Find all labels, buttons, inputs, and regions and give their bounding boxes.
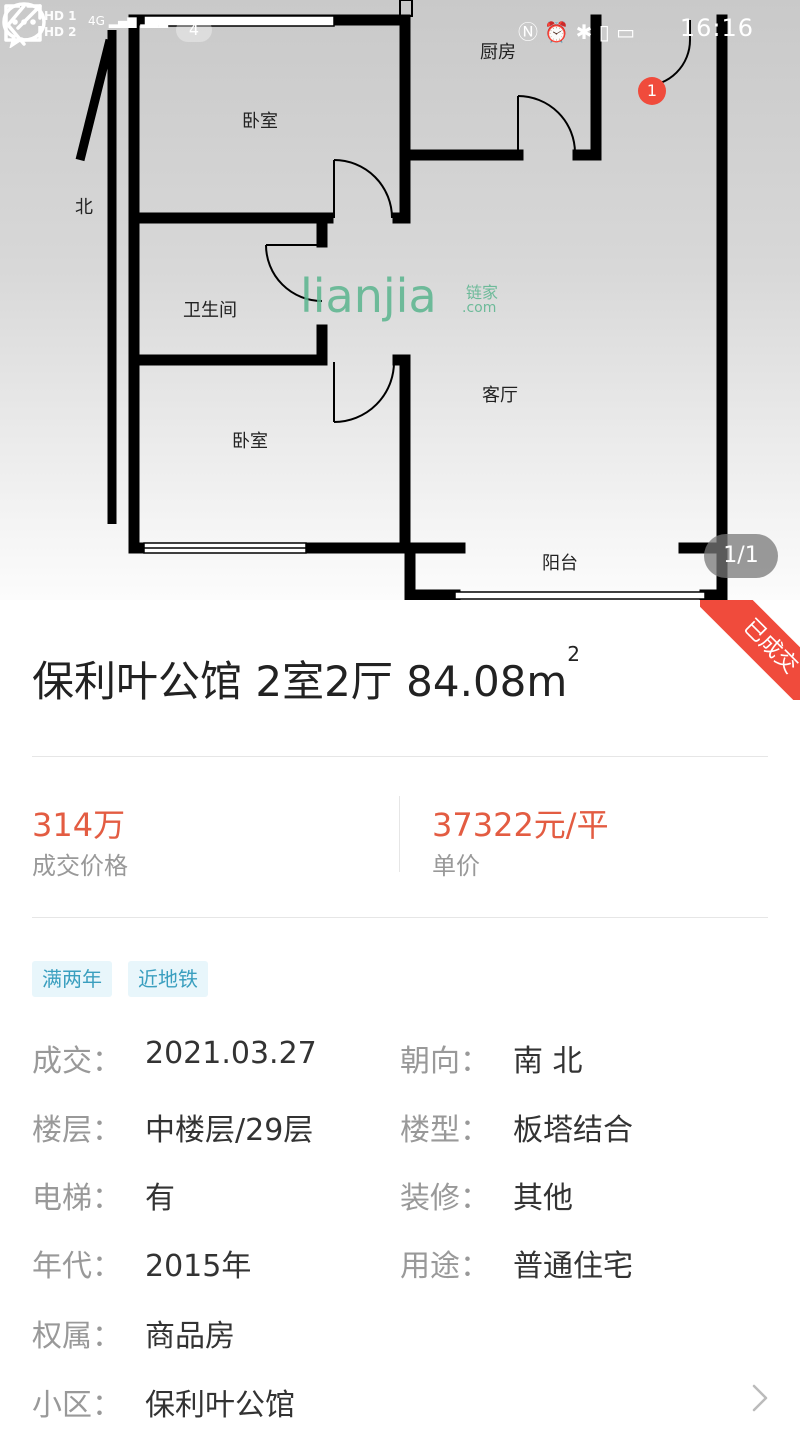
tag-two-years: 满两年 — [32, 961, 112, 997]
ownership-value: 商品房 — [145, 1319, 235, 1354]
building-type-label: 楼型： — [400, 1113, 490, 1148]
chat-badge: 1 — [638, 77, 666, 105]
network-type: 4G — [88, 14, 105, 28]
chevron-right-icon[interactable] — [748, 1380, 772, 1416]
floor-label: 楼层： — [32, 1113, 122, 1148]
room-label-balcony: 阳台 — [542, 553, 578, 574]
building-type-value: 板塔结合 — [513, 1113, 633, 1148]
elevator-value: 有 — [145, 1181, 175, 1216]
orientation-value: 南 北 — [513, 1044, 583, 1079]
unit-price-value: 37322元/平 — [432, 806, 609, 844]
clock: 16:16 — [679, 14, 754, 42]
floorplan-image[interactable]: 厨房 卧室 卫生间 客厅 卧室 阳台 北 lianjia 链家 .com HD … — [0, 0, 800, 600]
listing-title-text: 保利叶公馆 2室2厅 84.08m — [32, 657, 568, 706]
decoration-value: 其他 — [513, 1181, 573, 1216]
status-icons: Ⓝ ⏰ ✱ ▯ ▭ — [518, 16, 635, 45]
sim-label-2: HD 2 — [44, 25, 77, 39]
usage-label: 用途： — [400, 1249, 490, 1284]
divider — [32, 756, 768, 757]
unit-price-label: 单价 — [432, 852, 480, 880]
price-divider — [399, 796, 400, 872]
image-counter: 1/1 — [704, 534, 778, 578]
sold-ribbon-label: 已成交 — [700, 600, 800, 700]
room-label-living: 客厅 — [482, 385, 518, 406]
watermark-logo: lianjia 链家 .com — [300, 269, 498, 323]
sim-label-1: HD 1 — [44, 9, 77, 23]
divider — [32, 917, 768, 918]
deal-price-value: 314万 — [32, 806, 126, 844]
year-label: 年代： — [32, 1249, 122, 1284]
deal-date-label: 成交： — [32, 1044, 122, 1079]
listing-title: 保利叶公馆 2室2厅 84.08m2 — [32, 642, 580, 709]
room-label-bedroom-top: 卧室 — [242, 111, 278, 132]
tag-near-subway: 近地铁 — [128, 961, 208, 997]
share-icon[interactable] — [0, 0, 46, 46]
room-label-bedroom-bottom: 卧室 — [232, 431, 268, 452]
decoration-label: 装修： — [400, 1181, 490, 1216]
room-label-bathroom: 卫生间 — [183, 300, 237, 321]
nfc-icon: Ⓝ — [518, 20, 538, 44]
deal-date-value: 2021.03.27 — [145, 1036, 317, 1071]
watermark-text: lianjia — [300, 269, 437, 323]
listing-title-unit-sup: 2 — [567, 642, 581, 666]
elevator-label: 电梯： — [32, 1181, 122, 1216]
floor-value: 中楼层/29层 — [145, 1113, 314, 1148]
compass-label: 北 — [75, 197, 93, 218]
community-label: 小区： — [32, 1388, 122, 1423]
sim-labels: HD 1 HD 2 — [44, 8, 77, 40]
deal-price-label: 成交价格 — [32, 852, 128, 880]
vibrate-icon: ▯ — [598, 20, 610, 44]
signal-icon: 4G ▂▄▆ ▂▄▆ — [88, 14, 168, 28]
watermark-sub-en: .com — [462, 300, 496, 316]
alarm-icon: ⏰ — [544, 20, 570, 44]
community-value[interactable]: 保利叶公馆 — [145, 1380, 295, 1424]
battery-icon: ▭ — [616, 20, 636, 44]
floorplan-drawing: 厨房 卧室 卫生间 客厅 卧室 阳台 北 lianjia 链家 .com — [75, 0, 728, 600]
notification-count: 4 — [176, 18, 212, 42]
orientation-label: 朝向： — [400, 1044, 490, 1079]
bluetooth-icon: ✱ — [575, 20, 593, 44]
ownership-label: 权属： — [32, 1319, 122, 1354]
sold-ribbon: 已成交 — [700, 600, 800, 700]
status-bar: HD 1 HD 2 4G ▂▄▆ ▂▄▆ 4 Ⓝ ⏰ ✱ ▯ ▭ 16:16 — [0, 0, 800, 60]
usage-value: 普通住宅 — [513, 1249, 633, 1284]
year-value: 2015年 — [145, 1249, 252, 1284]
